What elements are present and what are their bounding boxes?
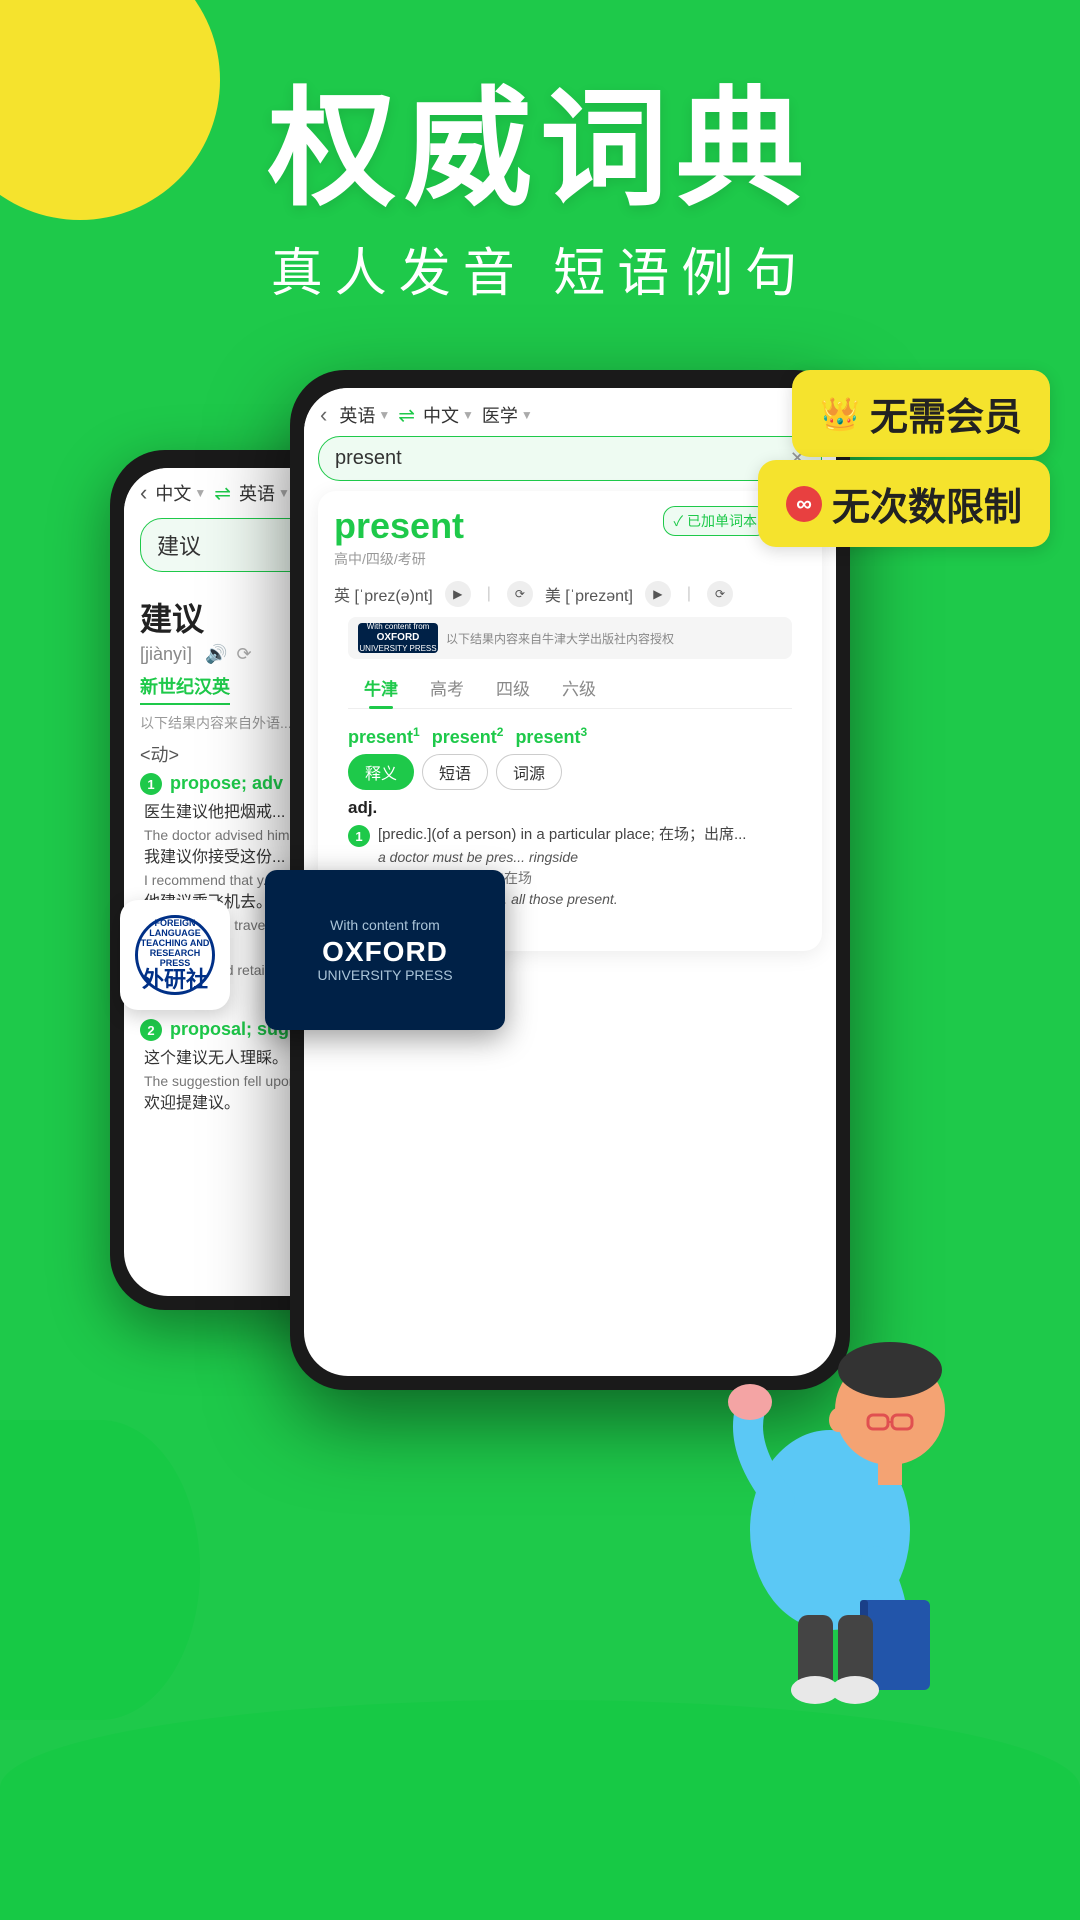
entry-1[interactable]: present1 xyxy=(348,725,420,748)
entry-2[interactable]: present2 xyxy=(432,725,504,748)
chip-meaning[interactable]: 释义 xyxy=(348,754,414,790)
tab-cet6[interactable]: 六级 xyxy=(546,667,612,708)
hero-section: 权威词典 真人发音 短语例句 xyxy=(0,80,1080,306)
lang2-button[interactable]: 英语 ▼ xyxy=(239,480,290,506)
chip-etymology[interactable]: 词源 xyxy=(496,754,562,790)
entry-3[interactable]: present3 xyxy=(515,725,587,748)
play-us-button[interactable]: ▶ xyxy=(645,581,671,607)
waiyanshe-badge: FOREIGN LANGUAGE TEACHING AND RESEARCH P… xyxy=(120,900,230,1010)
front-lang2-button[interactable]: 中文 ▼ xyxy=(423,402,474,428)
adj-label: adj. xyxy=(348,798,792,818)
play-uk-alt-button[interactable]: ⟳ xyxy=(507,581,533,607)
meaning-chips: 释义 短语 词源 xyxy=(334,754,806,798)
front-swap-button[interactable]: ⇌ xyxy=(398,403,415,428)
tab-gaokao[interactable]: 高考 xyxy=(414,667,480,708)
front-search-text: present xyxy=(335,447,402,470)
present-entries-row: present1 present2 present3 xyxy=(334,717,806,754)
lang1-button[interactable]: 中文 ▼ xyxy=(155,480,206,506)
no-membership-badge: 👑 无需会员 xyxy=(792,370,1050,457)
waiyanshe-label: 外研社 xyxy=(138,969,212,991)
def1-example1-en: a doctor must be pres... ringside xyxy=(378,847,792,868)
front-lang3-button[interactable]: 医学 ▼ xyxy=(482,402,533,428)
hero-title: 权威词典 xyxy=(0,80,1080,221)
front-phone-nav: ‹ 英语 ▼ ⇌ 中文 ▼ 医学 ▼ xyxy=(304,388,836,436)
no-limit-text: 无次数限制 xyxy=(832,476,1022,531)
present-tags: 高中/四级/考研 xyxy=(334,549,464,569)
tab-cet4[interactable]: 四级 xyxy=(480,667,546,708)
play-uk-button[interactable]: ▶ xyxy=(445,581,471,607)
no-limit-badge: ∞ 无次数限制 xyxy=(758,460,1050,547)
front-back-button[interactable]: ‹ xyxy=(320,402,327,428)
front-search-bar[interactable]: present ✕ xyxy=(318,436,822,481)
present-phonetics: 英 [ˈprez(ə)nt] ▶ | ⟳ 美 [ˈprezənt] ▶ | ⟳ xyxy=(334,581,806,607)
oxford-sub-text: UNIVERSITY PRESS xyxy=(317,967,452,983)
front-lang1-button[interactable]: 英语 ▼ xyxy=(339,402,390,428)
crown-icon: 👑 xyxy=(820,395,860,433)
chip-phrases[interactable]: 短语 xyxy=(422,754,488,790)
phonetic-us: 美 [ˈprezənt] xyxy=(545,582,633,606)
oxford-title: OXFORD xyxy=(322,937,448,968)
back-def1-text: propose; adv xyxy=(170,773,283,794)
infinity-icon: ∞ xyxy=(786,486,822,522)
oxford-source-note: With content from OXFORD UNIVERSITY PRES… xyxy=(348,617,792,659)
tab-oxford[interactable]: 牛津 xyxy=(348,667,414,708)
added-to-vocabulary-badge[interactable]: ✓ 已加单词本 xyxy=(663,506,768,536)
no-membership-text: 无需会员 xyxy=(870,386,1022,441)
def1-text: [predic.](of a person) in a particular p… xyxy=(378,824,792,847)
oxford-badge-overlay: With content from OXFORD UNIVERSITY PRES… xyxy=(265,870,505,1030)
swap-lang-button[interactable]: ⇌ xyxy=(214,481,231,506)
phone-area: ‹ 中文 ▼ ⇌ 英语 ▼ 通用 ▼ 建议 xyxy=(90,370,990,1770)
hero-subtitle: 真人发音 短语例句 xyxy=(0,231,1080,306)
present-word: present xyxy=(334,505,464,547)
play-us-alt-button[interactable]: ⟳ xyxy=(707,581,733,607)
dictionary-tabs: 牛津 高考 四级 六级 xyxy=(348,667,792,709)
phonetic-uk: 英 [ˈprez(ə)nt] xyxy=(334,582,433,606)
back-source-header: 新世纪汉英 xyxy=(140,673,230,705)
oxford-auth-note: 以下结果内容来自牛津大学出版社内容授权 xyxy=(446,630,782,647)
oxford-with-text: With content from xyxy=(330,917,440,933)
character-illustration xyxy=(690,1230,970,1710)
back-button[interactable]: ‹ xyxy=(140,480,147,506)
